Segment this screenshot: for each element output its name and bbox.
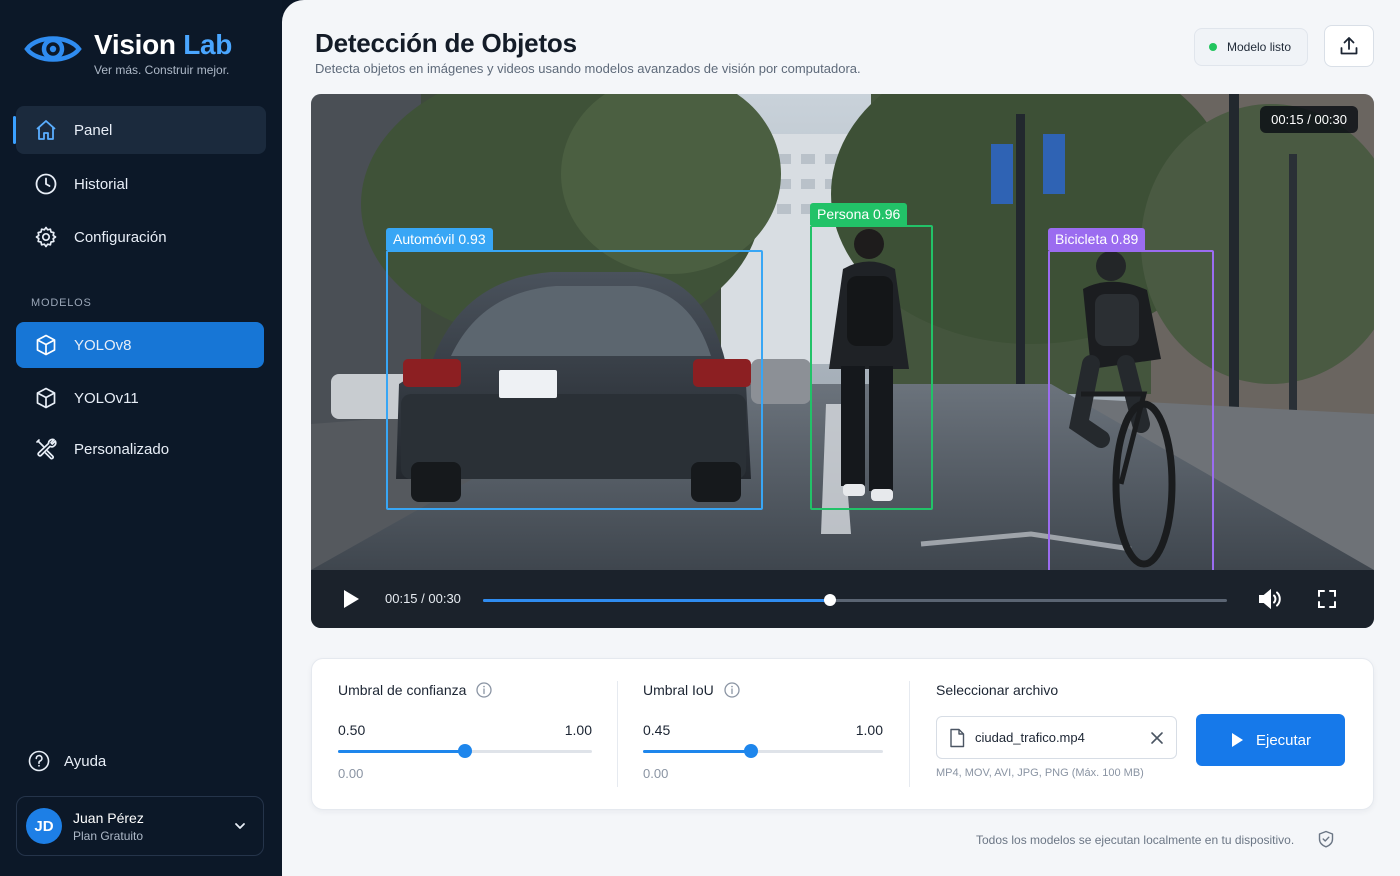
tools-icon: [36, 438, 57, 460]
model-item-label: YOLOv8: [74, 336, 132, 354]
upload-icon: [1340, 37, 1358, 55]
brand-name: Vision Lab: [94, 30, 232, 60]
slider-fill: [338, 750, 465, 753]
chevron-down-icon[interactable]: [233, 819, 247, 833]
status-dot-icon: [1209, 43, 1217, 51]
model-item-yolov8[interactable]: YOLOv8: [16, 322, 264, 368]
slider-handle[interactable]: [458, 744, 472, 758]
volume-icon[interactable]: [1257, 587, 1283, 611]
user-plan: Plan Gratuito: [73, 828, 144, 843]
video-current-time: 00:15 / 00:30: [385, 591, 461, 606]
detection-label: Automóvil 0.93: [386, 228, 493, 250]
brand-logo[interactable]: Vision Lab Ver más. Construir mejor.: [24, 30, 232, 77]
nav-item-label: Panel: [74, 121, 113, 139]
divider: [617, 681, 618, 787]
nav-item-label: Configuración: [74, 228, 167, 246]
gear-icon: [35, 226, 57, 248]
home-icon: [36, 120, 56, 140]
file-section-title: Seleccionar archivo: [936, 682, 1059, 698]
confidence-max: 1.00: [564, 722, 592, 738]
file-input[interactable]: ciudad_trafico.mp4: [936, 716, 1177, 759]
detection-label: Persona 0.96: [810, 203, 908, 225]
eye-logo-icon: [24, 36, 82, 62]
video-controls: 00:15 / 00:30: [311, 570, 1374, 628]
avatar: JD: [26, 808, 62, 844]
confidence-slider[interactable]: [338, 744, 592, 758]
slider-fill: [643, 750, 751, 753]
nav-item-label: Historial: [74, 175, 129, 193]
confidence-value: 0.50: [338, 722, 366, 738]
user-name: Juan Pérez: [73, 809, 144, 826]
user-menu[interactable]: JD Juan Pérez Plan Gratuito: [16, 796, 264, 856]
file-name: ciudad_trafico.mp4: [975, 730, 1085, 745]
settings-panel: Umbral de confianza 0.50 1.00 0.00 Umbra…: [311, 658, 1374, 810]
main-content: Detección de Objetos Detecta objetos en …: [282, 0, 1400, 876]
models-section-label: MODELOS: [31, 297, 92, 309]
close-icon[interactable]: [1150, 731, 1164, 745]
cube-icon: [36, 387, 56, 409]
play-icon: [1231, 733, 1243, 747]
info-icon[interactable]: [724, 682, 740, 698]
file-icon: [950, 728, 965, 747]
slider-handle[interactable]: [744, 744, 758, 758]
iou-slider[interactable]: [643, 744, 883, 758]
play-icon[interactable]: [341, 588, 361, 610]
run-button-label: Ejecutar: [1255, 731, 1312, 749]
help-icon: [28, 750, 50, 772]
iou-title-label: Umbral IoU: [643, 682, 714, 698]
status-badge: Modelo listo: [1194, 28, 1308, 66]
model-item-yolov11[interactable]: YOLOv11: [16, 374, 266, 422]
iou-min: 0.00: [643, 766, 669, 781]
cube-icon: [36, 334, 56, 356]
nav-item-panel[interactable]: Panel: [13, 106, 266, 154]
fullscreen-icon[interactable]: [1317, 589, 1337, 609]
sidebar: Vision Lab Ver más. Construir mejor. Pan…: [0, 0, 282, 876]
iou-title: Umbral IoU: [643, 682, 740, 698]
brand-name-part2: Lab: [183, 29, 233, 60]
detection-box-bicicleta[interactable]: Bicicleta 0.89: [1048, 228, 1214, 572]
confidence-title: Umbral de confianza: [338, 682, 493, 698]
iou-value: 0.45: [643, 722, 671, 738]
help-label: Ayuda: [64, 752, 107, 770]
seek-progress: [483, 599, 831, 602]
iou-max: 1.00: [855, 722, 883, 738]
model-item-label: YOLOv11: [74, 389, 139, 407]
shield-icon: [1318, 830, 1334, 848]
model-item-personalizado[interactable]: Personalizado: [16, 425, 266, 473]
video-player[interactable]: 00:15 / 00:30 Automóvil 0.93 Persona 0.9…: [311, 94, 1374, 628]
clock-icon: [35, 173, 57, 195]
brand-name-part1: Vision: [94, 29, 176, 60]
export-button[interactable]: [1324, 25, 1374, 67]
detection-box-automovil[interactable]: Automóvil 0.93: [386, 228, 763, 510]
video-time-overlay: 00:15 / 00:30: [1260, 106, 1358, 133]
page-subtitle: Detecta objetos en imágenes y videos usa…: [315, 61, 861, 76]
nav-item-configuracion[interactable]: Configuración: [16, 213, 266, 261]
info-icon[interactable]: [476, 682, 493, 698]
help-link[interactable]: Ayuda: [28, 750, 106, 772]
detection-label: Bicicleta 0.89: [1048, 228, 1146, 250]
video-seek-bar[interactable]: [483, 594, 1227, 606]
run-button[interactable]: Ejecutar: [1196, 714, 1345, 766]
seek-handle[interactable]: [824, 594, 837, 606]
confidence-title-label: Umbral de confianza: [338, 682, 467, 698]
nav-item-historial[interactable]: Historial: [16, 160, 266, 208]
model-item-label: Personalizado: [74, 440, 170, 458]
status-label: Modelo listo: [1227, 40, 1292, 54]
brand-tagline: Ver más. Construir mejor.: [94, 63, 230, 77]
footer-note: Todos los modelos se ejecutan localmente…: [976, 833, 1295, 847]
divider: [909, 681, 910, 787]
file-format-hint: MP4, MOV, AVI, JPG, PNG (Máx. 100 MB): [936, 767, 1144, 779]
confidence-min: 0.00: [338, 766, 364, 781]
detection-box-persona[interactable]: Persona 0.96: [810, 203, 933, 510]
page-title: Detección de Objetos: [315, 28, 577, 58]
